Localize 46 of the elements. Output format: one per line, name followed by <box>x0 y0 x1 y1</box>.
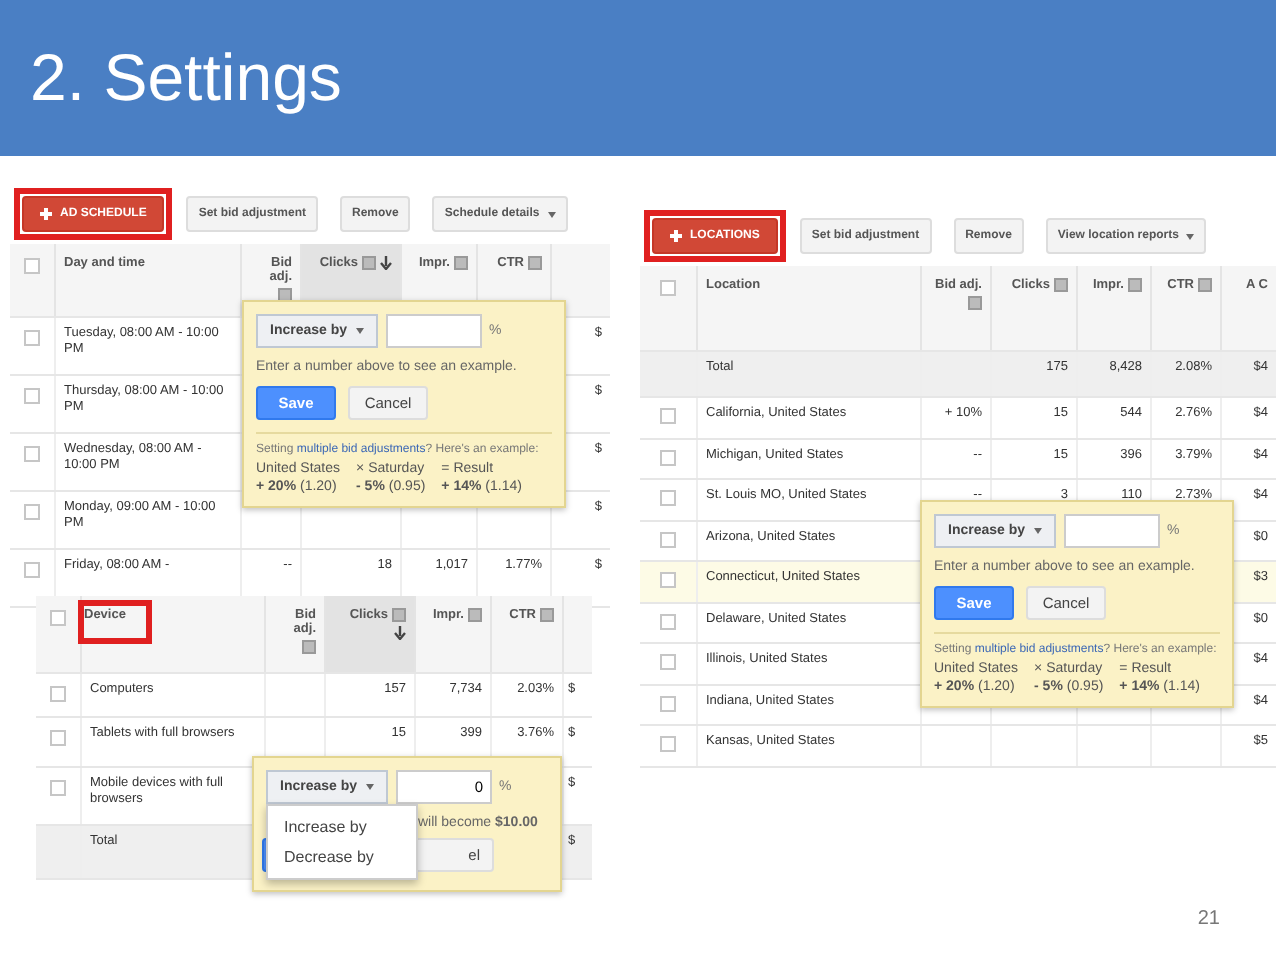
checkbox[interactable] <box>660 572 676 588</box>
checkbox[interactable] <box>24 258 40 274</box>
help-icon[interactable] <box>362 256 376 270</box>
help-icon[interactable] <box>392 608 406 622</box>
percent-input[interactable] <box>1063 514 1160 548</box>
checkbox[interactable] <box>24 446 40 462</box>
checkbox[interactable] <box>50 780 66 796</box>
help-icon[interactable] <box>540 608 554 622</box>
checkbox[interactable] <box>660 654 676 670</box>
page-number: 21 <box>1197 908 1220 930</box>
checkbox[interactable] <box>660 408 676 424</box>
sort-arrow-icon <box>394 626 406 640</box>
checkbox[interactable] <box>660 280 676 296</box>
help-icon[interactable] <box>1128 278 1142 292</box>
checkbox[interactable] <box>24 504 40 520</box>
slide-title: 2. Settings <box>30 40 342 116</box>
caret-icon <box>1186 233 1195 239</box>
checkbox[interactable] <box>660 449 676 465</box>
menu-item[interactable]: Increase by <box>268 812 416 842</box>
checkbox[interactable] <box>50 610 66 626</box>
caret-icon <box>547 211 556 217</box>
checkbox[interactable] <box>24 330 40 346</box>
caret-icon <box>1033 528 1042 534</box>
checkbox[interactable] <box>660 531 676 547</box>
caret-icon <box>355 328 364 334</box>
plus-icon <box>40 208 52 220</box>
checkbox[interactable] <box>660 613 676 629</box>
percent-input[interactable] <box>385 314 482 348</box>
checkbox[interactable] <box>24 562 40 578</box>
checkbox[interactable] <box>660 736 676 752</box>
help-icon[interactable] <box>968 296 982 310</box>
sort-arrow-icon <box>380 256 392 270</box>
checkbox[interactable] <box>24 388 40 404</box>
help-icon[interactable] <box>468 608 482 622</box>
caret-icon <box>365 784 374 790</box>
plus-icon <box>670 230 682 242</box>
checkbox[interactable] <box>660 695 676 711</box>
menu-item[interactable]: Decrease by <box>268 842 416 872</box>
help-icon[interactable] <box>302 640 316 654</box>
help-icon[interactable] <box>454 256 468 270</box>
checkbox[interactable] <box>50 730 66 746</box>
help-icon[interactable] <box>1198 278 1212 292</box>
help-icon[interactable] <box>528 256 542 270</box>
help-icon[interactable] <box>1054 278 1068 292</box>
checkbox[interactable] <box>660 490 676 506</box>
checkbox[interactable] <box>50 686 66 702</box>
